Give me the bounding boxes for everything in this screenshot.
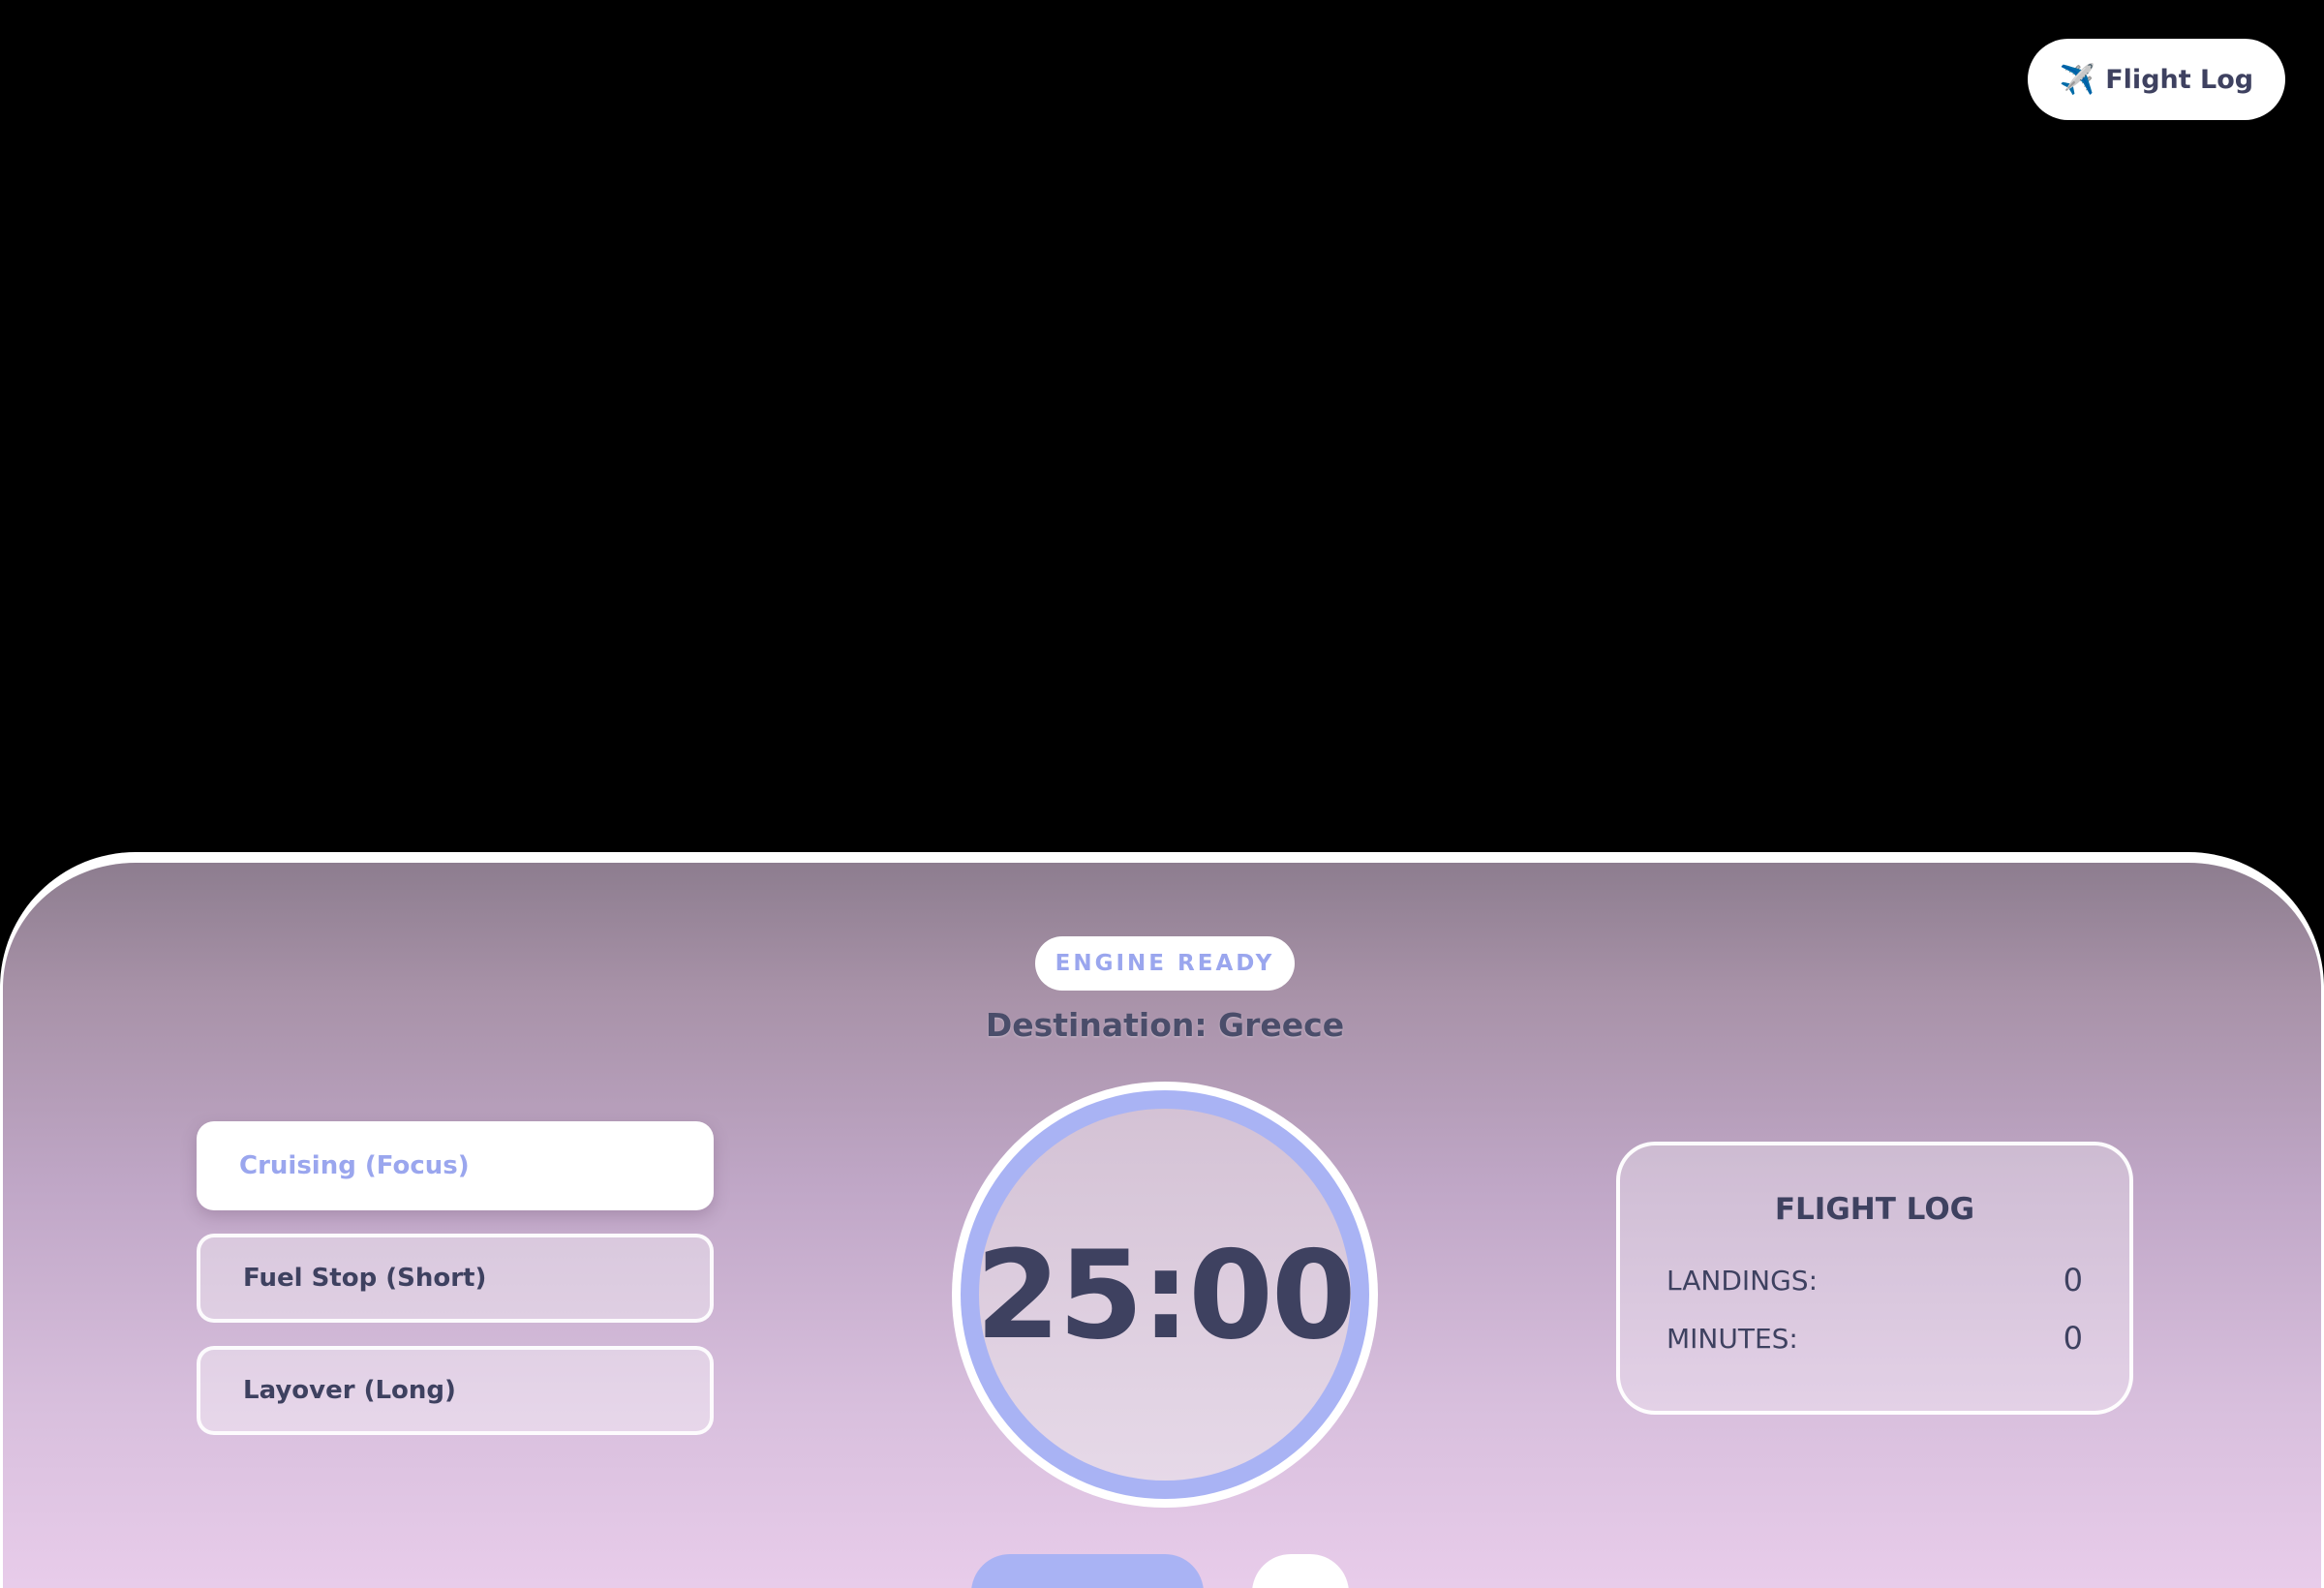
status-badge: ENGINE READY bbox=[1035, 936, 1295, 991]
mode-button-focus[interactable]: Cruising (Focus) bbox=[197, 1121, 714, 1210]
airplane-icon: ✈️ bbox=[2059, 62, 2096, 97]
reset-button[interactable] bbox=[1252, 1554, 1349, 1588]
mode-button-short-break[interactable]: Fuel Stop (Short) bbox=[197, 1234, 714, 1323]
destination-label: Destination: Greece bbox=[985, 1006, 1345, 1044]
flight-log-button[interactable]: ✈️ Flight Log bbox=[2028, 39, 2285, 120]
stat-row-minutes: MINUTES: 0 bbox=[1667, 1320, 2083, 1357]
timer-progress-ring: 25:00 bbox=[961, 1090, 1369, 1499]
timer-face: 25:00 bbox=[975, 1109, 1357, 1481]
timer-display: 25:00 bbox=[975, 1223, 1356, 1366]
stat-value: 0 bbox=[2063, 1320, 2083, 1357]
start-button[interactable] bbox=[971, 1554, 1204, 1588]
flight-log-card: FLIGHT LOG LANDINGS: 0 MINUTES: 0 bbox=[1616, 1142, 2133, 1415]
flight-log-button-label: Flight Log bbox=[2105, 64, 2254, 95]
flight-log-title: FLIGHT LOG bbox=[1774, 1192, 1975, 1227]
stat-row-landings: LANDINGS: 0 bbox=[1667, 1262, 2083, 1298]
stat-label: MINUTES: bbox=[1667, 1322, 1798, 1355]
mode-button-long-break[interactable]: Layover (Long) bbox=[197, 1346, 714, 1435]
stat-label: LANDINGS: bbox=[1667, 1264, 1819, 1297]
stat-value: 0 bbox=[2063, 1262, 2083, 1298]
timer-panel: ENGINE READY Destination: Greece Cruisin… bbox=[0, 852, 2324, 1588]
timer-dial: 25:00 bbox=[952, 1082, 1378, 1508]
